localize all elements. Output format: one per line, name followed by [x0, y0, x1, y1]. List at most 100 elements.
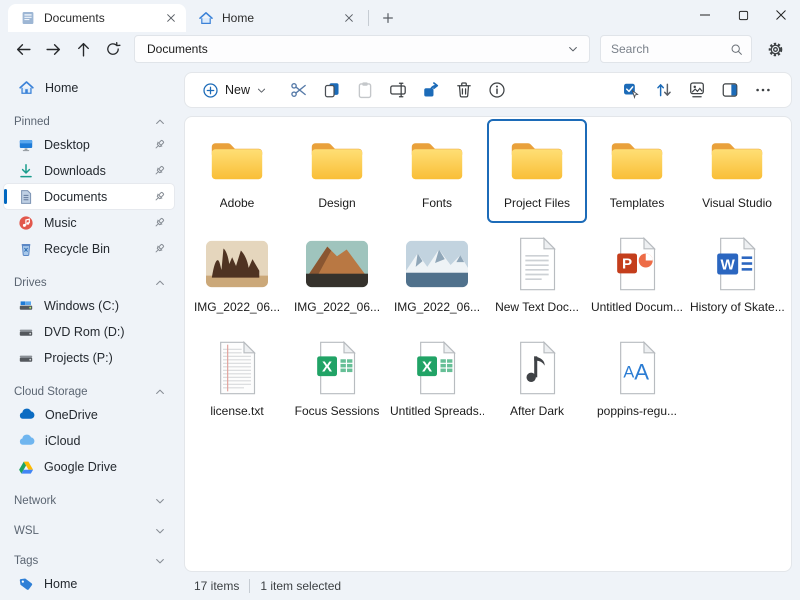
sidebar-section-wsl[interactable]: WSL: [0, 510, 178, 540]
file-item-untitled-docum[interactable]: PUntitled Docum...: [587, 223, 687, 327]
file-name: Project Files: [504, 196, 570, 210]
sidebar-section-tags[interactable]: Tags: [0, 540, 178, 570]
new-button[interactable]: New: [195, 76, 274, 104]
forward-button[interactable]: [38, 34, 68, 64]
new-tab-button[interactable]: [373, 4, 403, 32]
maximize-button[interactable]: [724, 0, 762, 30]
search-input[interactable]: Search: [600, 35, 752, 63]
sidebar-section-cloud-storage[interactable]: Cloud Storage: [0, 371, 178, 401]
sidebar-item-label: Projects (P:): [44, 351, 166, 365]
share-icon: [422, 81, 440, 99]
file-item-fonts[interactable]: Fonts: [387, 119, 487, 223]
tab-close-button[interactable]: [162, 9, 180, 27]
select-icon: [622, 81, 640, 99]
folder-icon: [308, 128, 366, 192]
tab-documents[interactable]: Documents: [8, 4, 186, 32]
sidebar-item-projects-p[interactable]: Projects (P:): [4, 345, 174, 370]
file-item-poppins-regu[interactable]: AApoppins-regu...: [587, 327, 687, 431]
copy-button[interactable]: [317, 76, 347, 104]
sidebar-item-home[interactable]: Home: [4, 75, 174, 100]
svg-text:A: A: [634, 360, 649, 385]
chevron-down-icon[interactable]: [154, 555, 166, 567]
sidebar-item-downloads[interactable]: Downloads: [4, 158, 174, 183]
sort-button[interactable]: [649, 76, 679, 104]
properties-button[interactable]: [482, 76, 512, 104]
tab-home[interactable]: Home: [186, 4, 364, 32]
photo-peak-icon: [306, 232, 368, 296]
delete-icon: [455, 81, 473, 99]
item-count: 17 items: [194, 579, 239, 593]
share-button[interactable]: [416, 76, 446, 104]
close-icon: [775, 9, 787, 21]
minimize-button[interactable]: [686, 0, 724, 30]
sidebar-section-drives[interactable]: Drives: [0, 262, 178, 292]
tab-close-button[interactable]: [340, 9, 358, 27]
file-item-img-2022-06[interactable]: IMG_2022_06...: [187, 223, 287, 327]
sidebar-item-desktop[interactable]: Desktop: [4, 132, 174, 157]
file-item-license-txt[interactable]: license.txt: [187, 327, 287, 431]
sidebar-item-dvd-rom-d[interactable]: DVD Rom (D:): [4, 319, 174, 344]
sidebar-item-documents[interactable]: Documents: [4, 184, 174, 209]
chevron-down-icon: [256, 85, 267, 96]
sidebar-item-label: Downloads: [44, 164, 143, 178]
home-icon: [198, 10, 214, 26]
file-item-focus-sessions[interactable]: XFocus Sessions: [287, 327, 387, 431]
file-name: poppins-regu...: [597, 404, 677, 418]
chevron-down-icon[interactable]: [154, 525, 166, 537]
chevron-up-icon[interactable]: [154, 386, 166, 398]
refresh-button[interactable]: [98, 34, 128, 64]
tag-icon: [18, 576, 34, 592]
file-name: Untitled Docum...: [591, 300, 683, 314]
file-item-history-of-skate[interactable]: WHistory of Skate...: [687, 223, 787, 327]
view-options-button[interactable]: [682, 76, 712, 104]
file-item-untitled-spreads[interactable]: XUntitled Spreads...: [387, 327, 487, 431]
sidebar-item-windows-c[interactable]: Windows (C:): [4, 293, 174, 318]
file-name: History of Skate...: [690, 300, 784, 314]
sidebar-item-icloud[interactable]: iCloud: [4, 428, 174, 453]
close-button[interactable]: [762, 0, 800, 30]
rename-button[interactable]: [383, 76, 413, 104]
file-item-img-2022-06[interactable]: IMG_2022_06...: [387, 223, 487, 327]
sidebar-section-network[interactable]: Network: [0, 480, 178, 510]
paste-button[interactable]: [350, 76, 380, 104]
up-button[interactable]: [68, 34, 98, 64]
minimize-icon: [699, 9, 711, 21]
file-item-visual-studio[interactable]: Visual Studio: [687, 119, 787, 223]
address-bar[interactable]: Documents: [134, 35, 590, 63]
status-bar: 17 items 1 item selected: [184, 572, 792, 600]
file-item-project-files[interactable]: Project Files: [487, 119, 587, 223]
file-item-after-dark[interactable]: After Dark: [487, 327, 587, 431]
file-item-new-text-doc[interactable]: New Text Doc...: [487, 223, 587, 327]
back-button[interactable]: [8, 34, 38, 64]
sidebar-section-pinned[interactable]: Pinned: [0, 101, 178, 131]
sidebar-item-google-drive[interactable]: Google Drive: [4, 454, 174, 479]
audio-icon: [513, 336, 561, 400]
chevron-down-icon[interactable]: [154, 495, 166, 507]
settings-button[interactable]: [760, 34, 790, 64]
file-item-templates[interactable]: Templates: [587, 119, 687, 223]
file-item-img-2022-06[interactable]: IMG_2022_06...: [287, 223, 387, 327]
file-item-adobe[interactable]: Adobe: [187, 119, 287, 223]
sidebar-item-label: Documents: [44, 190, 143, 204]
more-options-button[interactable]: [748, 76, 778, 104]
chevron-up-icon[interactable]: [154, 116, 166, 128]
sidebar-item-music[interactable]: Music: [4, 210, 174, 235]
delete-button[interactable]: [449, 76, 479, 104]
file-name: Templates: [610, 196, 665, 210]
documents-icon: [18, 189, 34, 205]
cut-button[interactable]: [284, 76, 314, 104]
sidebar-item-onedrive[interactable]: OneDrive: [4, 402, 174, 427]
main-area: New: [178, 66, 800, 600]
excel-icon: X: [413, 336, 461, 400]
chevron-up-icon[interactable]: [154, 277, 166, 289]
sidebar-item-recycle-bin[interactable]: Recycle Bin: [4, 236, 174, 261]
select-button[interactable]: [616, 76, 646, 104]
file-item-design[interactable]: Design: [287, 119, 387, 223]
sidebar-item-home[interactable]: Home: [4, 571, 174, 596]
tab-label: Documents: [44, 11, 154, 25]
maximize-icon: [738, 10, 749, 21]
details-pane-icon: [721, 81, 739, 99]
pin-icon: [153, 190, 166, 203]
details-pane-button[interactable]: [715, 76, 745, 104]
sidebar-item-label: OneDrive: [45, 408, 166, 422]
